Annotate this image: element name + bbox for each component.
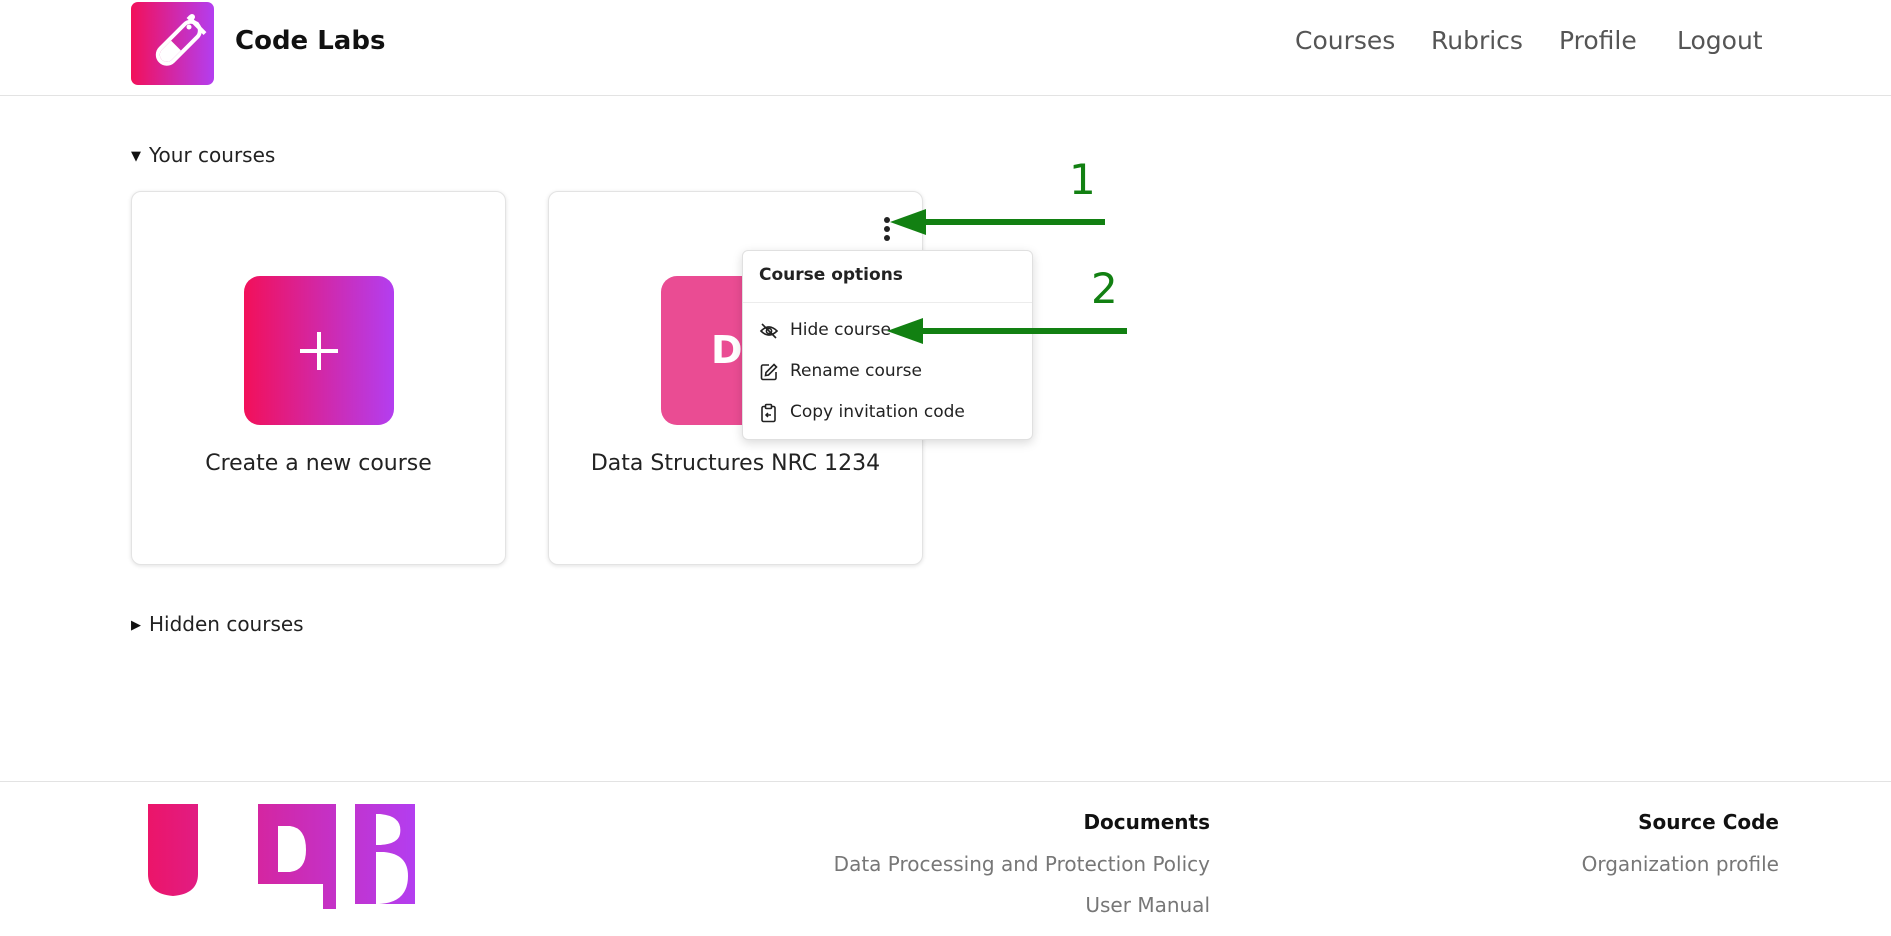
edit-icon <box>760 363 778 381</box>
test-tube-icon <box>155 14 207 66</box>
documents-heading: Documents <box>1083 810 1210 834</box>
organization-profile-link[interactable]: Organization profile <box>1582 852 1779 876</box>
menu-divider <box>743 302 1032 303</box>
clipboard-copy-icon <box>761 403 776 423</box>
create-course-tile[interactable] <box>244 276 394 425</box>
nav-courses[interactable]: Courses <box>1295 26 1395 55</box>
create-course-label: Create a new course <box>205 451 432 476</box>
hidden-courses-label: Hidden courses <box>149 612 304 636</box>
eye-off-icon <box>759 323 779 339</box>
user-manual-link[interactable]: User Manual <box>1085 893 1210 917</box>
footer: Documents Data Processing and Protection… <box>0 781 1891 936</box>
annotation-number-2: 2 <box>1091 264 1118 313</box>
course-options-title: Course options <box>759 265 903 285</box>
menu-item-label: Hide course <box>790 320 891 340</box>
privacy-policy-link[interactable]: Data Processing and Protection Policy <box>834 852 1210 876</box>
nav-logout[interactable]: Logout <box>1677 26 1763 55</box>
your-courses-toggle[interactable]: ▼ Your courses <box>131 143 275 167</box>
nav-rubrics[interactable]: Rubrics <box>1431 26 1523 55</box>
hidden-courses-toggle[interactable]: ▶ Hidden courses <box>131 612 304 636</box>
menu-item-label: Copy invitation code <box>790 402 965 422</box>
nav-profile[interactable]: Profile <box>1559 26 1637 55</box>
source-code-heading: Source Code <box>1638 810 1779 834</box>
top-navbar: Code Labs Courses Rubrics Profile Logout <box>0 0 1891 96</box>
menu-item-label: Rename course <box>790 361 922 381</box>
udb-logo <box>118 804 415 909</box>
app-logo[interactable] <box>131 2 214 85</box>
annotation-arrow-1 <box>890 209 1105 235</box>
caret-right-icon: ▶ <box>131 618 141 633</box>
course-initial: D <box>711 328 743 372</box>
plus-icon <box>300 332 338 370</box>
caret-down-icon: ▼ <box>131 149 141 164</box>
course-label: Data Structures NRC 1234 <box>590 451 881 476</box>
your-courses-label: Your courses <box>149 143 276 167</box>
annotation-number-1: 1 <box>1069 155 1096 204</box>
brand-name[interactable]: Code Labs <box>235 26 385 56</box>
create-course-card[interactable]: Create a new course <box>131 191 506 565</box>
annotation-arrow-2 <box>887 318 1127 344</box>
